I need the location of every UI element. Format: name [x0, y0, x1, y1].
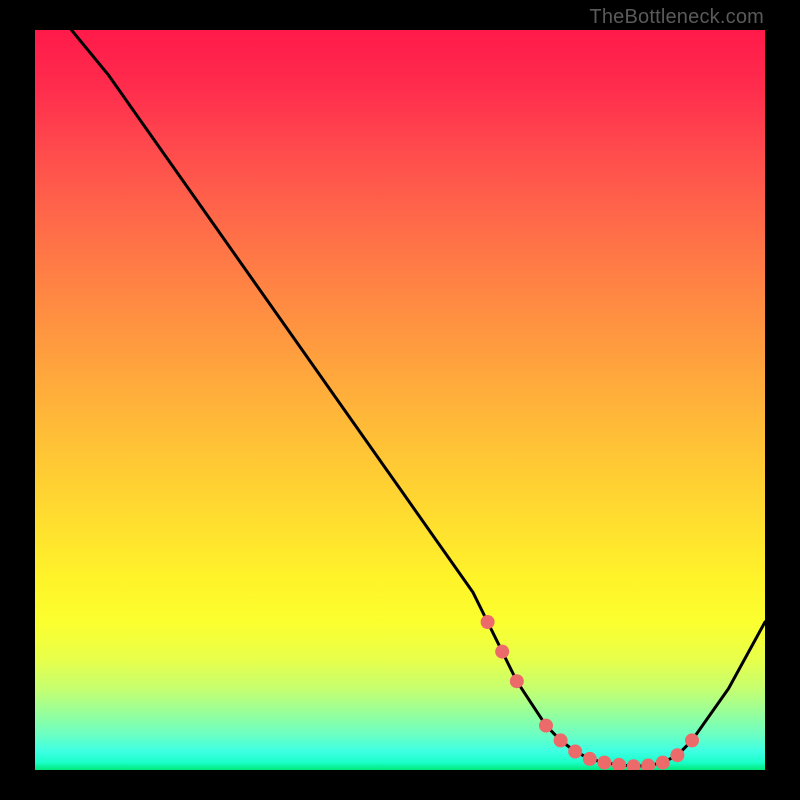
attribution-label: TheBottleneck.com	[589, 6, 764, 29]
chart-container: TheBottleneck.com	[0, 0, 800, 800]
plot-area	[35, 30, 765, 770]
curve-svg	[35, 30, 765, 770]
highlight-dots	[481, 615, 699, 770]
bottleneck-curve	[72, 30, 766, 766]
